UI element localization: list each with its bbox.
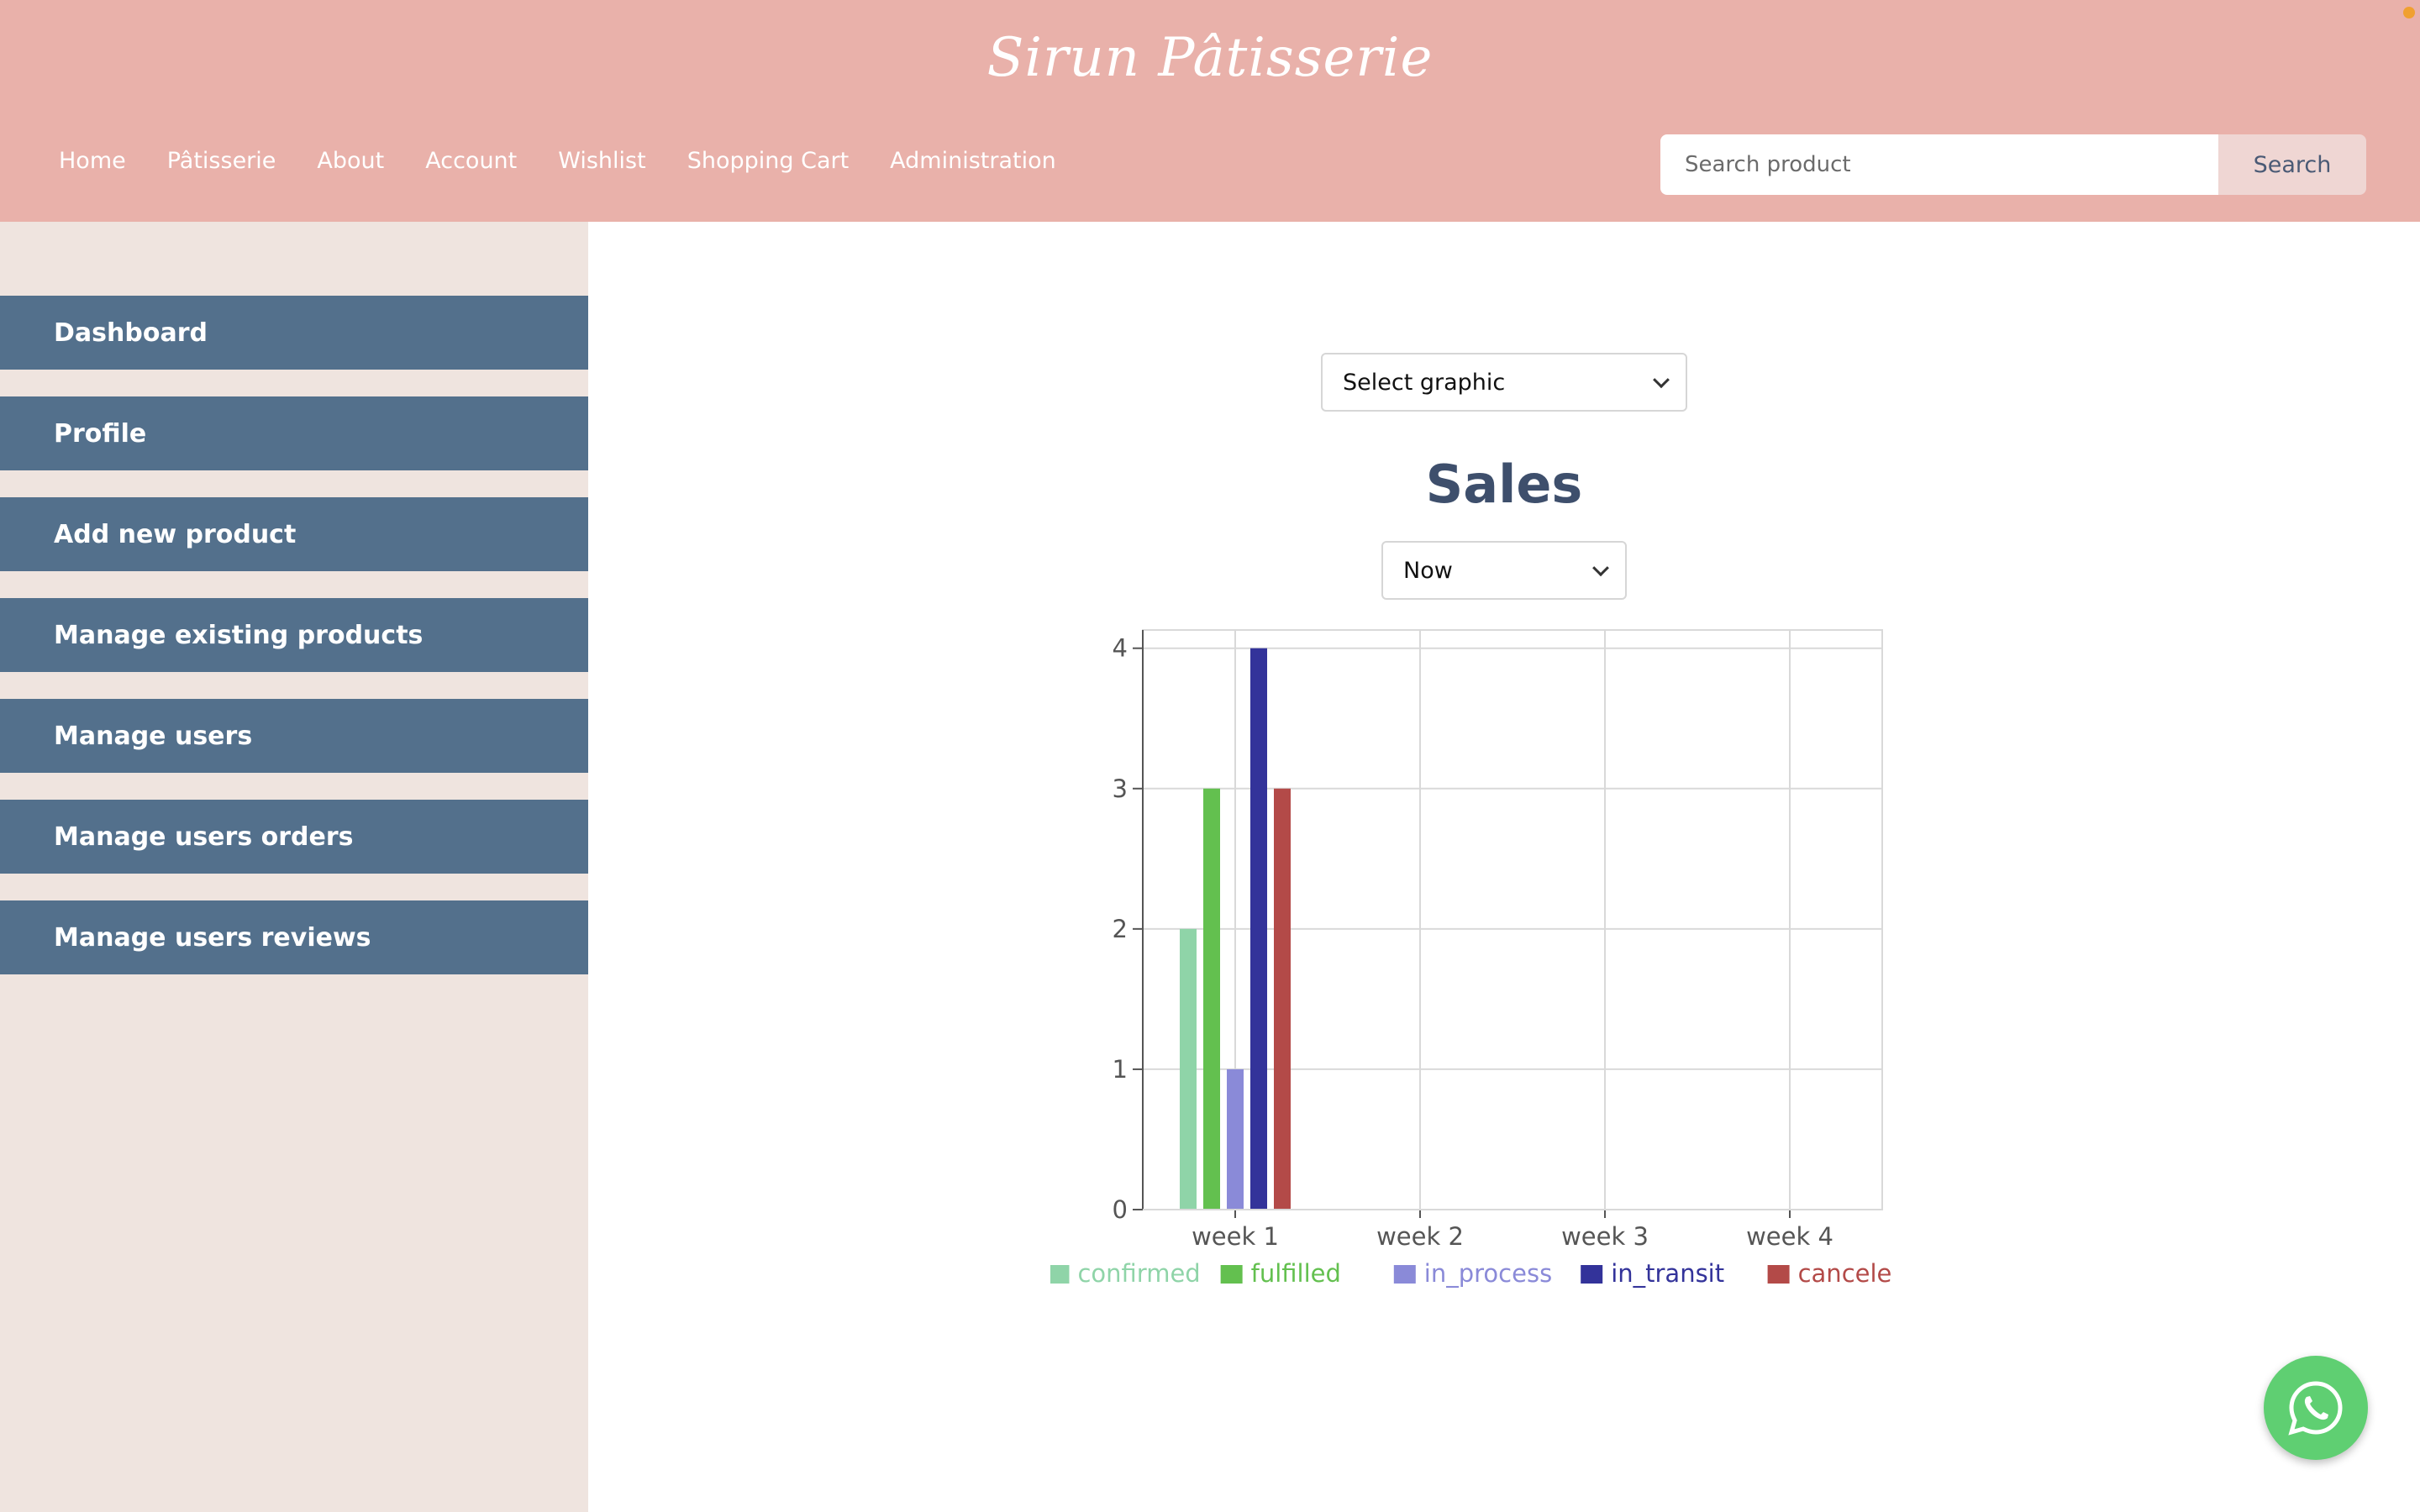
- legend-label-fulfilled: fulfilled: [1251, 1259, 1341, 1288]
- sidebar-item-manage-products[interactable]: Manage existing products: [0, 598, 588, 672]
- x-tick-label: week 3: [1561, 1222, 1649, 1251]
- bar-canceled: [1274, 788, 1291, 1210]
- nav-wishlist[interactable]: Wishlist: [558, 148, 645, 174]
- x-tick-label: week 2: [1376, 1222, 1464, 1251]
- site-header: Sirun Pâtisserie Home Pâtisserie About A…: [0, 0, 2420, 222]
- chart-title: Sales: [1425, 454, 1583, 515]
- period-select[interactable]: Now: [1381, 541, 1627, 600]
- x-tick-label: week 4: [1746, 1222, 1833, 1251]
- sidebar-item-dashboard[interactable]: Dashboard: [0, 296, 588, 370]
- status-dot: [2403, 7, 2415, 18]
- main-nav: Home Pâtisserie About Account Wishlist S…: [59, 148, 1097, 174]
- chevron-down-icon: [1653, 371, 1670, 389]
- whatsapp-button[interactable]: [2264, 1356, 2368, 1460]
- bar-fulfilled: [1203, 788, 1220, 1210]
- legend-swatch-confirmed: [1050, 1265, 1070, 1284]
- sales-chart: 0 1 2 3 4 week 1 week 2 week 3 week 4 confirmed fu…: [1050, 629, 1891, 1288]
- sidebar-item-manage-orders[interactable]: Manage users orders: [0, 800, 588, 874]
- sidebar-item-manage-users[interactable]: Manage users: [0, 699, 588, 773]
- y-tick-label: 0: [1113, 1195, 1128, 1224]
- nav-administration[interactable]: Administration: [890, 148, 1056, 174]
- bar-confirmed: [1180, 928, 1197, 1210]
- nav-account[interactable]: Account: [425, 148, 517, 174]
- brand-logo[interactable]: Sirun Pâtisserie: [0, 27, 2420, 89]
- legend-swatch-canceled: [1767, 1265, 1790, 1284]
- sidebar-item-manage-reviews[interactable]: Manage users reviews: [0, 900, 588, 974]
- legend-label-canceled: canceled: [1798, 1259, 1891, 1288]
- bar-in_transit: [1250, 648, 1267, 1210]
- nav-shopping-cart[interactable]: Shopping Cart: [687, 148, 849, 174]
- legend-label-in_process: in_process: [1424, 1259, 1552, 1288]
- search-bar: Search: [1660, 134, 2366, 195]
- sidebar-item-profile[interactable]: Profile: [0, 396, 588, 470]
- legend-label-confirmed: confirmed: [1077, 1259, 1200, 1288]
- nav-patisserie[interactable]: Pâtisserie: [167, 148, 276, 174]
- sidebar-item-add-new-product[interactable]: Add new product: [0, 497, 588, 571]
- y-tick-label: 2: [1113, 915, 1128, 943]
- y-tick-label: 1: [1113, 1055, 1128, 1084]
- x-tick-label: week 1: [1192, 1222, 1279, 1251]
- admin-sidebar: Dashboard Profile Add new product Manage…: [0, 222, 588, 1512]
- legend-swatch-in_process: [1393, 1265, 1416, 1284]
- legend-swatch-in_transit: [1581, 1265, 1603, 1284]
- search-button[interactable]: Search: [2218, 134, 2366, 195]
- legend-label-in_transit: in_transit: [1611, 1259, 1724, 1288]
- graphic-select[interactable]: Select graphic: [1321, 353, 1687, 412]
- nav-about[interactable]: About: [317, 148, 384, 174]
- whatsapp-icon: [2288, 1381, 2343, 1436]
- period-select-value: Now: [1403, 557, 1453, 584]
- graphic-select-value: Select graphic: [1343, 369, 1506, 396]
- bar-in_process: [1227, 1068, 1244, 1210]
- y-tick-label: 3: [1113, 774, 1128, 803]
- chevron-down-icon: [1592, 559, 1609, 577]
- legend-swatch-fulfilled: [1220, 1265, 1243, 1284]
- y-tick-label: 4: [1113, 634, 1128, 663]
- search-input[interactable]: [1660, 134, 2218, 195]
- nav-home[interactable]: Home: [59, 148, 126, 174]
